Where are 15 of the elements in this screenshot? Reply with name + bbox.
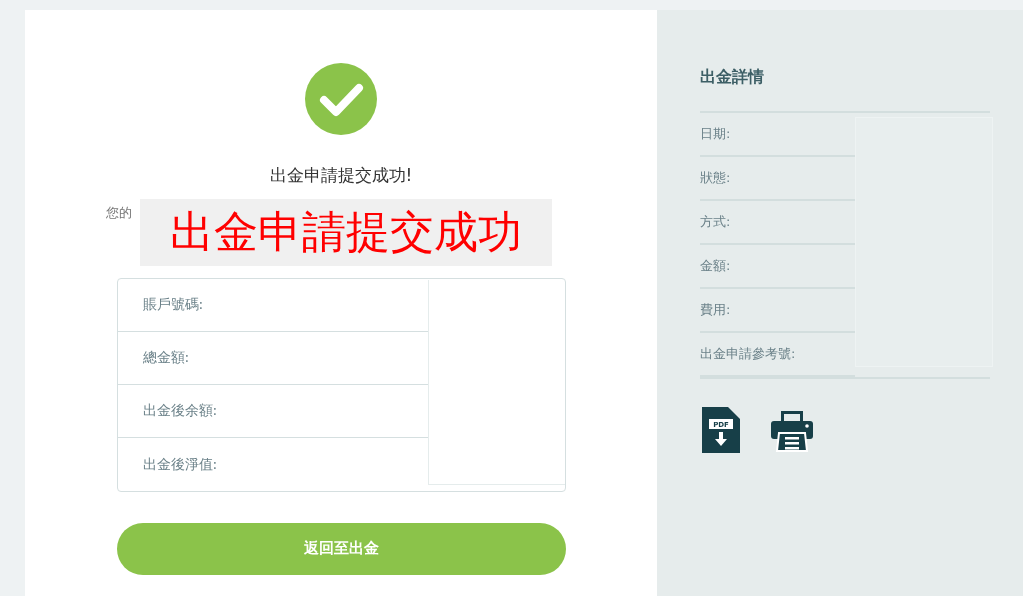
detail-label: 狀態: (700, 169, 731, 188)
check-icon (305, 63, 377, 135)
success-title: 出金申請提交成功! (269, 164, 413, 187)
detail-label: 日期: (700, 125, 731, 144)
detail-label: 費用: (700, 301, 731, 320)
detail-label: 方式: (700, 213, 731, 232)
row-label: 總金額: (142, 348, 190, 367)
row-label: 出金後余額: (142, 401, 218, 420)
detail-label: 金額: (700, 257, 731, 276)
row-label: 賬戶號碼: (142, 295, 204, 314)
details-title: 出金詳情 (700, 66, 765, 88)
row-label: 出金後淨值: (142, 454, 218, 474)
message-text: 您的 (106, 203, 132, 222)
detail-label: 出金申請參考號: (700, 345, 796, 364)
overlay-caption: 出金申請提交成功 (140, 198, 552, 266)
